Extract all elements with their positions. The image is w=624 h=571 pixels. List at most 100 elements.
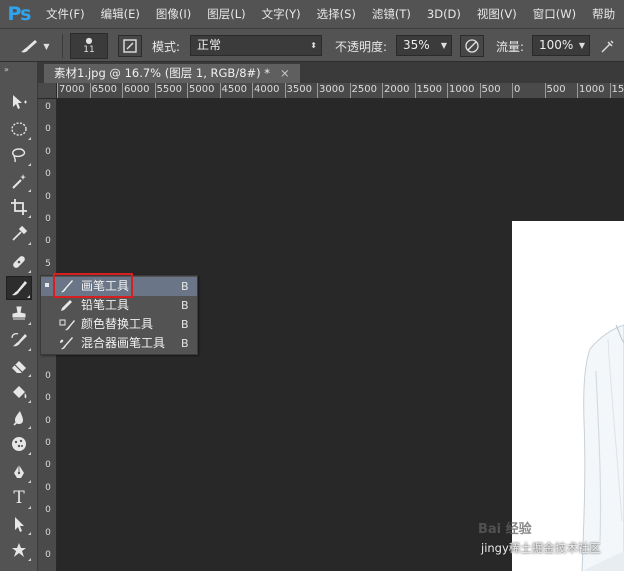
opacity-field[interactable]: 35% ▼ bbox=[396, 35, 452, 56]
dodge-sponge-icon bbox=[12, 437, 26, 451]
pen-icon bbox=[14, 465, 24, 478]
dodge-tool[interactable] bbox=[6, 432, 32, 456]
photoshop-logo[interactable]: Ps bbox=[0, 0, 38, 28]
pen-tool[interactable] bbox=[6, 460, 32, 484]
brush-tool-flyout: 画笔工具 B 铅笔工具 B 颜色替换工具 B 混合器画笔工具 B bbox=[40, 275, 198, 355]
brush-icon bbox=[59, 279, 75, 294]
color-replacement-icon bbox=[59, 317, 75, 332]
custom-shape-tool[interactable] bbox=[6, 538, 32, 562]
menu-select[interactable]: 选择(S) bbox=[309, 6, 364, 22]
crop-icon bbox=[11, 199, 27, 215]
move-tool[interactable] bbox=[6, 90, 32, 114]
selected-bullet-icon bbox=[45, 283, 49, 287]
ruler-label: 5500 bbox=[156, 84, 182, 95]
eraser-tool[interactable] bbox=[6, 354, 32, 378]
menu-view[interactable]: 视图(V) bbox=[469, 6, 525, 22]
brush-icon bbox=[12, 281, 27, 296]
eyedropper-tool[interactable] bbox=[6, 222, 32, 246]
ruler-label: 0 bbox=[45, 146, 51, 157]
ruler-tick bbox=[609, 83, 611, 98]
ruler-label: 0 bbox=[45, 438, 51, 448]
tools-panel: » T bbox=[0, 62, 38, 571]
collapse-panel-icon[interactable]: » bbox=[4, 65, 9, 74]
ruler-tick bbox=[577, 83, 578, 98]
menu-filter[interactable]: 滤镜(T) bbox=[364, 6, 419, 22]
ruler-tick bbox=[122, 83, 123, 98]
type-icon: T bbox=[13, 488, 25, 508]
ruler-tick bbox=[284, 83, 286, 98]
healing-brush-tool[interactable] bbox=[6, 250, 32, 274]
flyout-shortcut: B bbox=[181, 318, 189, 331]
elliptical-marquee-tool[interactable] bbox=[6, 117, 32, 141]
path-selection-tool[interactable] bbox=[6, 512, 32, 536]
flyout-item-pencil[interactable]: 铅笔工具 B bbox=[41, 296, 197, 315]
ruler-tick bbox=[447, 83, 448, 98]
menu-file[interactable]: 文件(F) bbox=[38, 6, 93, 22]
flyout-shortcut: B bbox=[181, 280, 189, 293]
pressure-icon bbox=[465, 39, 479, 53]
menu-window[interactable]: 窗口(W) bbox=[525, 6, 584, 22]
chevron-down-icon: ▼ bbox=[578, 41, 585, 50]
brush-size-picker[interactable]: ● 11 bbox=[70, 33, 108, 59]
ruler-label: 500 bbox=[546, 84, 566, 95]
crop-tool[interactable] bbox=[6, 195, 32, 219]
menu-type[interactable]: 文字(Y) bbox=[254, 6, 309, 22]
airbrush-button[interactable] bbox=[596, 35, 620, 57]
ruler-label: 1000 bbox=[579, 84, 605, 95]
menu-layer[interactable]: 图层(L) bbox=[199, 6, 253, 22]
lasso-icon bbox=[12, 148, 26, 163]
airbrush-icon bbox=[601, 40, 614, 53]
magic-wand-tool[interactable] bbox=[6, 169, 32, 193]
flyout-item-color-replacement[interactable]: 颜色替换工具 B bbox=[41, 315, 197, 334]
brush-dot-icon: ● bbox=[85, 36, 93, 45]
menu-edit[interactable]: 编辑(E) bbox=[93, 6, 148, 22]
ruler-label: 0 bbox=[45, 460, 51, 471]
watermark-caption: jingy稀土掘金技术社区 bbox=[481, 541, 601, 555]
flyout-item-label: 画笔工具 bbox=[81, 279, 130, 293]
ruler-label: 1000 bbox=[449, 84, 475, 95]
ruler-label: 0 bbox=[45, 102, 51, 112]
ruler-label: 0 bbox=[45, 393, 51, 404]
horizontal-ruler[interactable]: 7000 6500 6000 5500 5000 4500 4000 3500 3000 2500… bbox=[57, 83, 624, 99]
ruler-label: 3000 bbox=[319, 84, 345, 95]
ruler-label: 0 bbox=[45, 505, 51, 516]
history-brush-icon bbox=[11, 332, 27, 347]
flyout-item-brush[interactable]: 画笔工具 B bbox=[41, 277, 197, 296]
ruler-tick bbox=[219, 83, 221, 98]
ruler-label: 5000 bbox=[189, 84, 215, 95]
ruler-label: 3500 bbox=[286, 84, 312, 95]
brush-panel-toggle[interactable] bbox=[118, 35, 142, 57]
ruler-label: 0 bbox=[45, 124, 51, 135]
flow-field[interactable]: 100% ▼ bbox=[532, 35, 590, 56]
menu-3d[interactable]: 3D(D) bbox=[419, 7, 469, 21]
ruler-tick bbox=[89, 83, 91, 98]
ruler-label: 0 bbox=[45, 550, 51, 560]
watermark-logo: Bai 经验 bbox=[478, 522, 532, 537]
flyout-item-label: 混合器画笔工具 bbox=[81, 336, 166, 350]
paint-bucket-tool[interactable] bbox=[6, 380, 32, 404]
brush-tool[interactable] bbox=[6, 276, 32, 300]
brush-size-value: 11 bbox=[83, 45, 95, 55]
mode-select[interactable]: 正常 ⬍ bbox=[190, 35, 322, 56]
lasso-tool[interactable] bbox=[6, 143, 32, 167]
type-tool[interactable]: T bbox=[6, 486, 32, 510]
ruler-label: 4500 bbox=[221, 84, 247, 95]
ruler-label: 6500 bbox=[91, 84, 117, 95]
document-tab[interactable]: 素材1.jpg @ 16.7% (图层 1, RGB/8#) * × bbox=[44, 64, 300, 83]
opacity-label: 不透明度: bbox=[335, 40, 388, 54]
blur-tool[interactable] bbox=[6, 406, 32, 430]
flyout-item-mixer-brush[interactable]: 混合器画笔工具 B bbox=[41, 334, 197, 353]
ruler-label: 0 bbox=[45, 415, 51, 426]
ruler-label: 0 bbox=[514, 84, 521, 95]
tool-preset-picker[interactable]: ▼ bbox=[14, 35, 54, 57]
ruler-origin[interactable] bbox=[38, 83, 57, 99]
menu-help[interactable]: 帮助 bbox=[584, 6, 623, 22]
menu-image[interactable]: 图像(I) bbox=[148, 6, 199, 22]
close-icon[interactable]: × bbox=[280, 66, 290, 80]
pressure-opacity-button[interactable] bbox=[460, 35, 484, 57]
eraser-icon bbox=[12, 361, 26, 373]
chevron-updown-icon: ⬍ bbox=[310, 41, 317, 50]
clone-stamp-tool[interactable] bbox=[6, 302, 32, 326]
history-brush-tool[interactable] bbox=[6, 328, 32, 352]
paint-bucket-icon bbox=[13, 386, 27, 399]
